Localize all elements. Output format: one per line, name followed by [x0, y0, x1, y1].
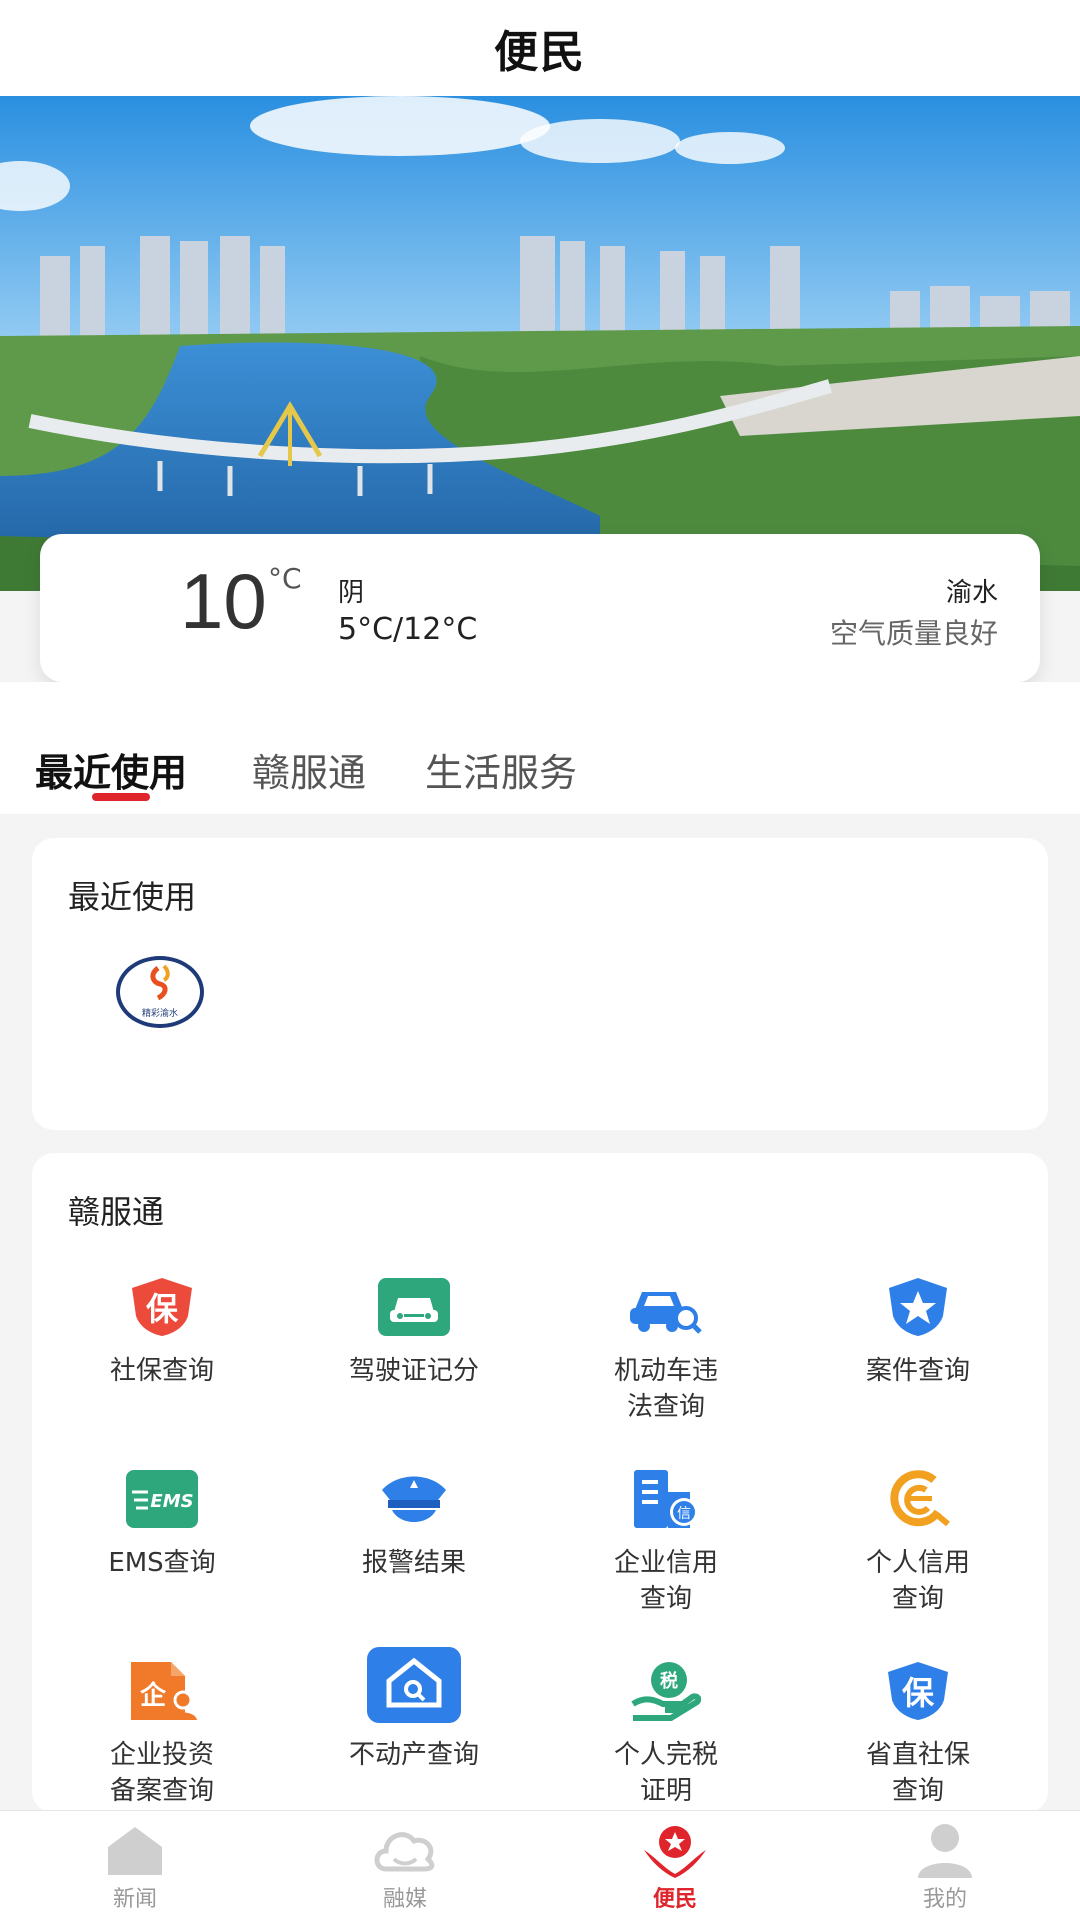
app-header: 便民: [0, 0, 1080, 96]
nav-label: 我的: [922, 1887, 967, 1912]
service-label: 不动产查询: [348, 1740, 479, 1770]
nav-label: 融媒: [382, 1887, 427, 1912]
temperature-range: 5°C/12°C: [338, 612, 478, 647]
news-icon: [100, 1821, 170, 1879]
provincial-insurance-icon: 保: [882, 1659, 954, 1723]
service-label: EMS查询: [108, 1548, 216, 1578]
section-title: 赣服通: [68, 1193, 165, 1231]
temperature-unit: °C: [268, 562, 302, 595]
service-label: 机动车违法查询: [613, 1356, 718, 1422]
svg-text:企: 企: [140, 1680, 167, 1711]
service-provincial-insurance[interactable]: 保 省直社保查询: [808, 1659, 1028, 1809]
star-badge-icon: [882, 1275, 954, 1339]
svg-text:税: 税: [660, 1670, 678, 1692]
service-label: 个人完税证明: [613, 1740, 718, 1806]
nav-label: 便民: [652, 1887, 697, 1912]
city-banner-image: [0, 96, 1080, 591]
section-title: 最近使用: [68, 878, 197, 916]
service-vehicle-violation[interactable]: 机动车违法查询: [556, 1275, 776, 1425]
service-label: 省直社保查询: [865, 1740, 970, 1806]
tab-recent[interactable]: 最近使用: [35, 742, 187, 797]
page-title: 便民: [494, 27, 586, 78]
service-label: 驾驶证记分: [348, 1356, 479, 1386]
ems-icon: EMS: [126, 1467, 198, 1531]
nav-media[interactable]: 融媒: [270, 1811, 540, 1920]
nav-news[interactable]: 新闻: [0, 1811, 270, 1920]
media-icon: [370, 1821, 440, 1879]
nav-label: 新闻: [112, 1887, 157, 1912]
service-tax-certificate[interactable]: 税 个人完税证明: [556, 1659, 776, 1809]
service-real-estate[interactable]: 不动产查询: [304, 1647, 524, 1773]
svg-text:保: 保: [902, 1674, 935, 1712]
service-label: 企业信用查询: [613, 1548, 718, 1614]
enterprise-invest-icon: 企: [126, 1659, 198, 1723]
bottom-navigation: 新闻 融媒 便民 我的: [0, 1810, 1080, 1920]
recent-section: 最近使用 精彩渝水: [32, 838, 1048, 1130]
weather-location: 渝水: [945, 578, 998, 608]
weather-card[interactable]: 10 °C 阴 5°C/12°C 渝水 空气质量良好: [40, 534, 1040, 682]
service-enterprise-credit[interactable]: 信 企业信用查询: [556, 1467, 776, 1617]
logo-text: 精彩渝水: [142, 1007, 178, 1019]
temperature-value: 10: [180, 557, 267, 645]
service-label: 个人信用查询: [865, 1548, 970, 1614]
xinyu-logo-icon[interactable]: 精彩渝水: [116, 956, 204, 1028]
weather-condition: 阴: [338, 578, 365, 608]
active-tab-indicator: [92, 793, 150, 801]
enterprise-credit-icon: 信: [630, 1467, 702, 1531]
service-social-security[interactable]: 保 社保查询: [52, 1275, 272, 1389]
service-enterprise-investment[interactable]: 企 企业投资备案查询: [52, 1659, 272, 1809]
service-case-query[interactable]: 案件查询: [808, 1275, 1028, 1389]
nav-profile[interactable]: 我的: [810, 1811, 1080, 1920]
air-quality: 空气质量良好: [829, 617, 998, 650]
social-security-icon: 保: [126, 1275, 198, 1339]
tab-ganfutong[interactable]: 赣服通: [252, 742, 366, 797]
service-driver-license[interactable]: 驾驶证记分: [304, 1275, 524, 1389]
user-icon: [910, 1821, 980, 1879]
service-label: 社保查询: [109, 1356, 214, 1386]
car-search-icon: [630, 1275, 702, 1339]
ganfutong-section: 赣服通 保 社保查询 驾驶证记分 机动车违法查询 案件查询 EMS EMS查询: [32, 1153, 1048, 1813]
service-personal-credit[interactable]: 个人信用查询: [808, 1467, 1028, 1617]
service-label: 案件查询: [865, 1356, 970, 1386]
tax-icon: 税: [630, 1659, 702, 1723]
house-search-icon: [367, 1647, 461, 1723]
svg-text:信: 信: [677, 1506, 691, 1522]
service-police-result[interactable]: 报警结果: [304, 1467, 524, 1581]
police-cap-icon: [378, 1467, 450, 1531]
svg-text:EMS: EMS: [150, 1491, 193, 1512]
service-icon: [640, 1821, 710, 1879]
svg-text:保: 保: [146, 1290, 179, 1328]
service-ems[interactable]: EMS EMS查询: [52, 1467, 272, 1581]
service-label: 报警结果: [361, 1548, 466, 1578]
car-icon: [378, 1275, 450, 1339]
nav-service[interactable]: 便民: [540, 1811, 810, 1920]
category-tabs: 最近使用 赣服通 生活服务: [0, 682, 1080, 814]
tab-life-services[interactable]: 生活服务: [425, 742, 577, 797]
personal-credit-icon: [882, 1467, 954, 1531]
service-label: 企业投资备案查询: [109, 1740, 214, 1806]
